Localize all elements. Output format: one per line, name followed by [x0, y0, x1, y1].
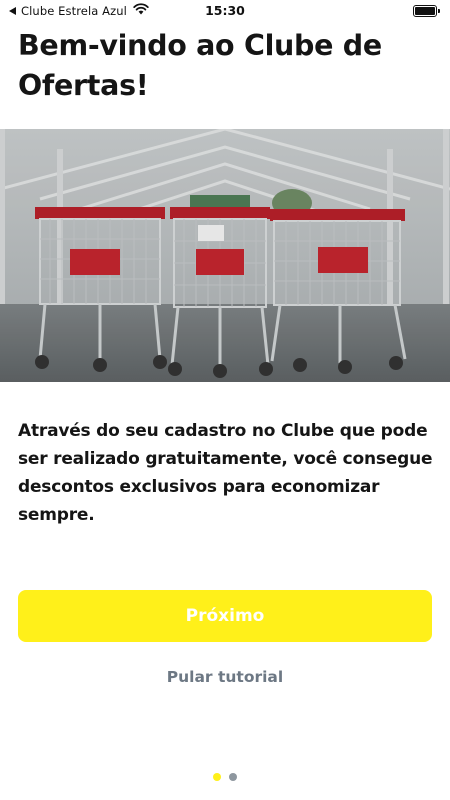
next-button[interactable]: Próximo [18, 590, 432, 642]
page-title: Bem-vindo ao Clube de Ofertas! [18, 26, 438, 106]
status-bar: Clube Estrela Azul 15:30 [0, 0, 450, 22]
page-dot[interactable] [213, 773, 221, 781]
next-button-label: Próximo [186, 606, 265, 626]
battery-icon [413, 5, 437, 17]
description-text: Através do seu cadastro no Clube que pod… [18, 417, 433, 529]
status-time: 15:30 [0, 3, 450, 18]
skip-tutorial-link[interactable]: Pular tutorial [0, 668, 450, 686]
hero-image [0, 129, 450, 382]
page-indicator [0, 773, 450, 781]
page-dot[interactable] [229, 773, 237, 781]
